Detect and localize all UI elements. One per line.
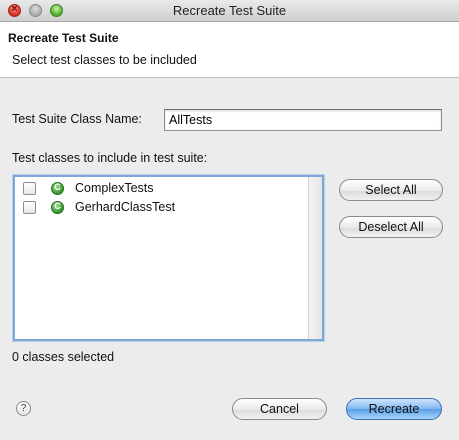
- deselect-all-button[interactable]: Deselect All: [339, 216, 443, 238]
- include-checkbox[interactable]: [23, 201, 36, 214]
- classes-list-label: Test classes to include in test suite:: [12, 151, 208, 165]
- list-item-label: ComplexTests: [75, 181, 154, 195]
- include-checkbox[interactable]: [23, 182, 36, 195]
- class-name-label: Test Suite Class Name:: [12, 112, 142, 126]
- cancel-button[interactable]: Cancel: [232, 398, 327, 420]
- select-all-button[interactable]: Select All: [339, 179, 443, 201]
- selection-status: 0 classes selected: [12, 350, 115, 364]
- recreate-test-suite-dialog: Recreate Test Suite Recreate Test Suite …: [0, 0, 459, 440]
- list-item[interactable]: ComplexTests: [21, 180, 301, 198]
- banner-description: Select test classes to be included: [12, 53, 197, 67]
- list-item[interactable]: GerhardClassTest: [21, 199, 301, 217]
- title-bar: Recreate Test Suite: [0, 0, 459, 22]
- recreate-button[interactable]: Recreate: [346, 398, 442, 420]
- java-class-icon: [51, 201, 64, 214]
- test-classes-list[interactable]: ComplexTests GerhardClassTest: [13, 175, 324, 341]
- list-scrollbar[interactable]: [308, 177, 322, 339]
- list-item-label: GerhardClassTest: [75, 200, 176, 214]
- header-banner: Recreate Test Suite Select test classes …: [0, 22, 459, 78]
- class-name-input[interactable]: [164, 109, 442, 131]
- window-title: Recreate Test Suite: [172, 3, 287, 18]
- help-icon[interactable]: ?: [16, 401, 31, 416]
- banner-title: Recreate Test Suite: [8, 31, 119, 45]
- java-class-icon: [51, 182, 64, 195]
